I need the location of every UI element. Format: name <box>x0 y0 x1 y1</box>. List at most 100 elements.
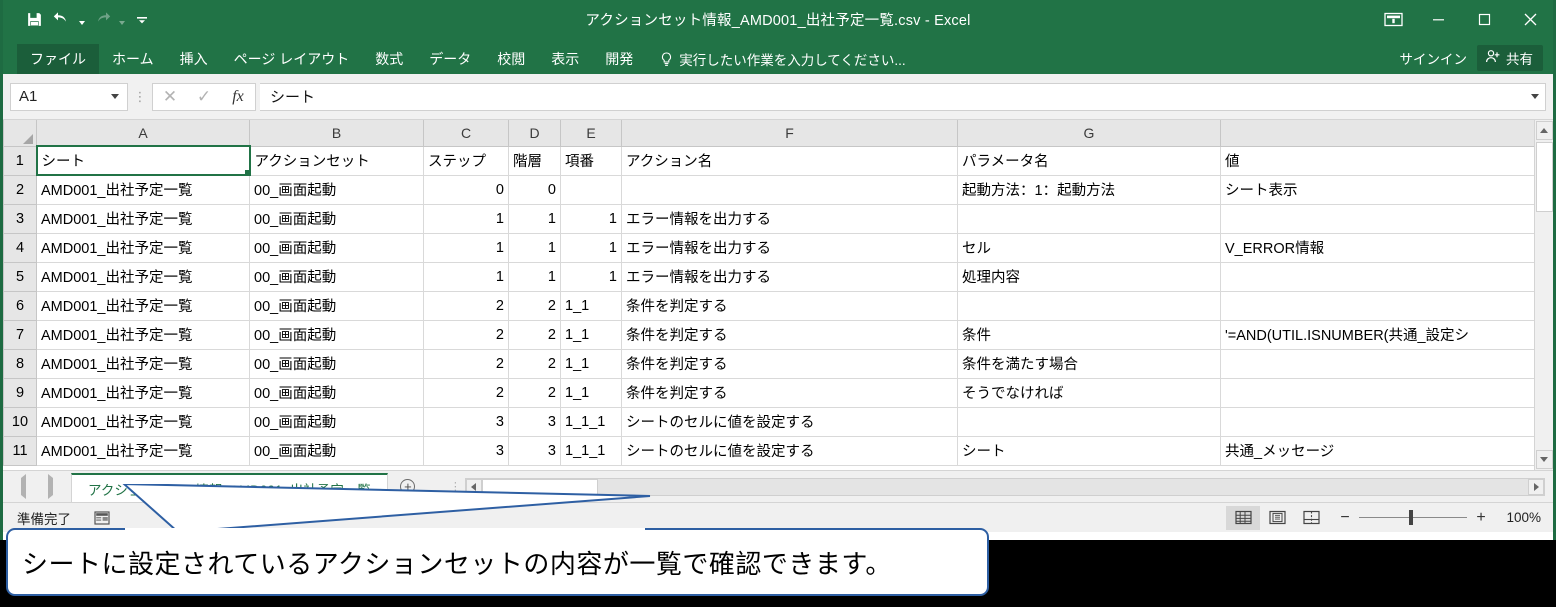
page-layout-view-icon[interactable] <box>1260 506 1294 530</box>
cell-g1[interactable]: パラメータ名 <box>957 145 1221 176</box>
cell-d5[interactable]: 1 <box>508 261 561 292</box>
column-header-c[interactable]: C <box>423 120 509 147</box>
overflow-icon[interactable] <box>129 6 155 32</box>
cell-d7[interactable]: 2 <box>508 319 561 350</box>
ribbon-tab-file[interactable]: ファイル <box>17 44 99 74</box>
cell-f2[interactable] <box>621 174 958 205</box>
cell-h6[interactable] <box>1220 290 1534 321</box>
cell-d3[interactable]: 1 <box>508 203 561 234</box>
cell-c6[interactable]: 2 <box>423 290 509 321</box>
ribbon-tab-formulas[interactable]: 数式 <box>362 44 416 74</box>
cell-c8[interactable]: 2 <box>423 348 509 379</box>
cell-d6[interactable]: 2 <box>508 290 561 321</box>
cell-a4[interactable]: AMD001_出社予定一覧 <box>36 232 250 263</box>
ribbon-tab-developer[interactable]: 開発 <box>592 44 646 74</box>
cell-e4[interactable]: 1 <box>560 232 622 263</box>
cell-f8[interactable]: 条件を判定する <box>621 348 958 379</box>
cell-c2[interactable]: 0 <box>423 174 509 205</box>
cell-d9[interactable]: 2 <box>508 377 561 408</box>
cell-h8[interactable] <box>1220 348 1534 379</box>
cell-a7[interactable]: AMD001_出社予定一覧 <box>36 319 250 350</box>
cell-h1[interactable]: 値 <box>1220 145 1534 176</box>
cell-g4[interactable]: セル <box>957 232 1221 263</box>
scroll-down-button[interactable] <box>1535 450 1553 469</box>
ribbon-tab-view[interactable]: 表示 <box>538 44 592 74</box>
sign-in-button[interactable]: サインイン <box>1400 48 1468 68</box>
cell-c7[interactable]: 2 <box>423 319 509 350</box>
zoom-slider-thumb[interactable] <box>1409 510 1413 525</box>
next-sheet-button[interactable] <box>48 473 53 499</box>
cell-f1[interactable]: アクション名 <box>621 145 958 176</box>
cell-c9[interactable]: 2 <box>423 377 509 408</box>
scroll-up-button[interactable] <box>1535 121 1553 140</box>
ribbon-tab-data[interactable]: データ <box>416 44 484 74</box>
cell-b5[interactable]: 00_画面起動 <box>249 261 424 292</box>
cell-d11[interactable]: 3 <box>508 435 561 466</box>
zoom-slider[interactable] <box>1359 510 1467 525</box>
cell-g7[interactable]: 条件 <box>957 319 1221 350</box>
row-header-6[interactable]: 6 <box>3 290 37 321</box>
undo-icon[interactable] <box>49 6 75 32</box>
ribbon-tab-page-layout[interactable]: ページ レイアウト <box>221 44 363 74</box>
cell-g9[interactable]: そうでなければ <box>957 377 1221 408</box>
insert-function-icon[interactable]: fx <box>221 84 255 110</box>
expand-formula-bar-icon[interactable] <box>1531 94 1539 99</box>
cell-d10[interactable]: 3 <box>508 406 561 437</box>
cell-b8[interactable]: 00_画面起動 <box>249 348 424 379</box>
cell-b3[interactable]: 00_画面起動 <box>249 203 424 234</box>
cell-e3[interactable]: 1 <box>560 203 622 234</box>
cell-b11[interactable]: 00_画面起動 <box>249 435 424 466</box>
row-header-9[interactable]: 9 <box>3 377 37 408</box>
enter-icon[interactable]: ✓ <box>187 84 221 110</box>
cell-g6[interactable] <box>957 290 1221 321</box>
cell-a10[interactable]: AMD001_出社予定一覧 <box>36 406 250 437</box>
maximize-button[interactable] <box>1461 0 1507 38</box>
normal-view-icon[interactable] <box>1226 505 1260 530</box>
cell-c5[interactable]: 1 <box>423 261 509 292</box>
cell-e7[interactable]: 1_1 <box>560 319 622 350</box>
cell-h11[interactable]: 共通_メッセージ <box>1220 435 1534 466</box>
cell-g11[interactable]: シート <box>957 435 1221 466</box>
cell-f7[interactable]: 条件を判定する <box>621 319 958 350</box>
name-box[interactable]: A1 <box>10 82 128 111</box>
row-header-2[interactable]: 2 <box>3 174 37 205</box>
vertical-scrollbar[interactable] <box>1534 120 1553 470</box>
column-header-g[interactable]: G <box>957 120 1221 147</box>
scroll-right-button[interactable] <box>1528 478 1544 495</box>
cell-a8[interactable]: AMD001_出社予定一覧 <box>36 348 250 379</box>
chevron-down-icon[interactable] <box>111 94 119 99</box>
cell-g3[interactable] <box>957 203 1221 234</box>
zoom-in-button[interactable]: + <box>1474 509 1488 527</box>
cell-b4[interactable]: 00_画面起動 <box>249 232 424 263</box>
cancel-icon[interactable]: ✕ <box>153 84 187 110</box>
undo-dropdown-icon[interactable] <box>77 6 87 32</box>
cell-h3[interactable] <box>1220 203 1534 234</box>
column-header-e[interactable]: E <box>560 120 622 147</box>
cell-f10[interactable]: シートのセルに値を設定する <box>621 406 958 437</box>
previous-sheet-button[interactable] <box>21 473 26 499</box>
cell-c10[interactable]: 3 <box>423 406 509 437</box>
cell-e11[interactable]: 1_1_1 <box>560 435 622 466</box>
cell-f9[interactable]: 条件を判定する <box>621 377 958 408</box>
cell-e10[interactable]: 1_1_1 <box>560 406 622 437</box>
cell-h2[interactable]: シート表示 <box>1220 174 1534 205</box>
cell-c4[interactable]: 1 <box>423 232 509 263</box>
cell-a11[interactable]: AMD001_出社予定一覧 <box>36 435 250 466</box>
cell-h10[interactable] <box>1220 406 1534 437</box>
row-header-11[interactable]: 11 <box>3 435 37 466</box>
column-header-h[interactable] <box>1220 120 1534 147</box>
cell-b6[interactable]: 00_画面起動 <box>249 290 424 321</box>
zoom-out-button[interactable]: − <box>1338 509 1352 527</box>
cell-f11[interactable]: シートのセルに値を設定する <box>621 435 958 466</box>
cell-c3[interactable]: 1 <box>423 203 509 234</box>
cell-a5[interactable]: AMD001_出社予定一覧 <box>36 261 250 292</box>
cell-d1[interactable]: 階層 <box>508 145 561 176</box>
vertical-scroll-thumb[interactable] <box>1535 142 1553 212</box>
cell-b1[interactable]: アクションセット <box>249 145 424 176</box>
worksheet-grid[interactable]: A B C D E F G 1 シート アクションセット ステップ 階層 項番 <box>3 120 1534 470</box>
column-header-f[interactable]: F <box>621 120 958 147</box>
share-button[interactable]: 共有 <box>1477 45 1543 71</box>
cell-d4[interactable]: 1 <box>508 232 561 263</box>
cell-e8[interactable]: 1_1 <box>560 348 622 379</box>
cell-a1[interactable]: シート <box>35 145 251 176</box>
